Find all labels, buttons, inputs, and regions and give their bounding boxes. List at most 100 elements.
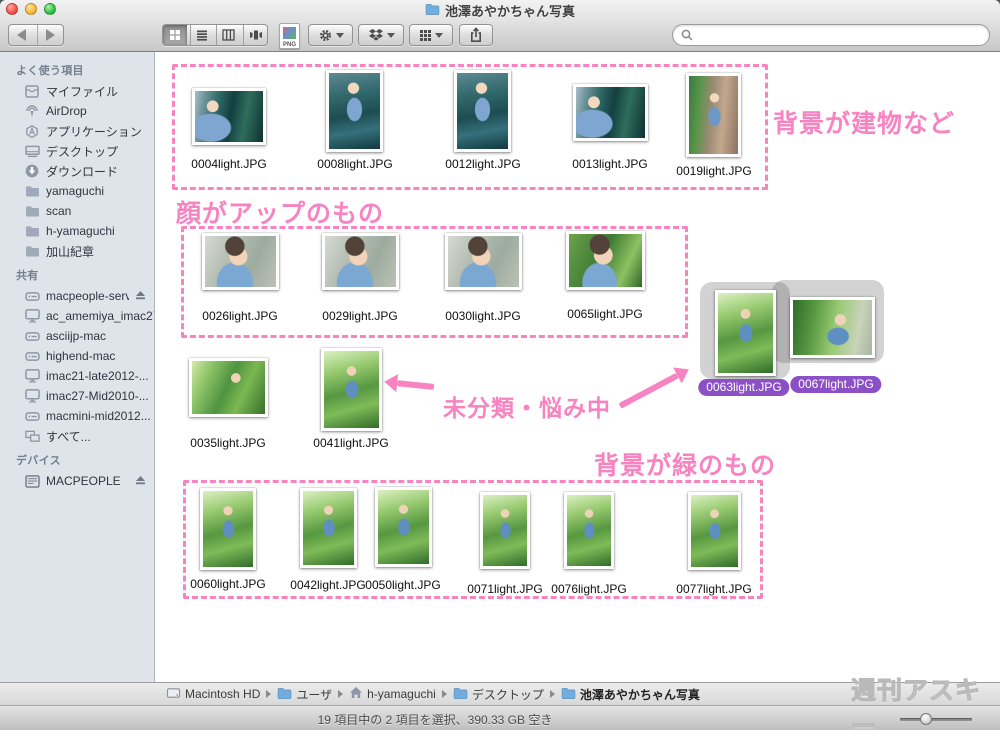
dropdown-arrow-icon (435, 32, 443, 38)
breadcrumb-item[interactable]: デスクトップ (453, 686, 544, 703)
forward-button[interactable] (37, 25, 63, 45)
file-thumbnail[interactable] (715, 290, 776, 376)
sidebar-item-highend-mac[interactable]: highend-mac (0, 346, 154, 366)
network-icon (24, 430, 40, 443)
file-label[interactable]: 0008light.JPG (317, 157, 392, 172)
sidebar-item-asciijp-mac[interactable]: asciijp-mac (0, 326, 154, 346)
file-label[interactable]: 0071light.JPG (467, 582, 542, 597)
file-label[interactable]: 0060light.JPG (190, 577, 265, 592)
file-label[interactable]: 0076light.JPG (551, 582, 626, 597)
sidebar-item-マイファイル[interactable]: マイファイル (0, 81, 154, 101)
file-label[interactable]: 0041light.JPG (313, 436, 388, 451)
file-thumbnail[interactable] (322, 233, 399, 290)
breadcrumb-label: h-yamaguchi (367, 687, 436, 701)
dropbox-menu-button[interactable] (358, 24, 404, 46)
search-field[interactable] (672, 24, 990, 46)
nav-buttons (8, 24, 64, 46)
file-thumbnail[interactable] (790, 297, 875, 358)
breadcrumb-separator-icon (441, 690, 447, 698)
sidebar-item-scan[interactable]: scan (0, 201, 154, 221)
breadcrumb-label: ユーザ (296, 687, 333, 702)
png-document-icon[interactable]: PNG (279, 23, 300, 49)
coverflow-view-icon (249, 30, 262, 40)
back-button[interactable] (9, 25, 34, 45)
airdrop-icon (24, 104, 40, 118)
file-label[interactable]: 0065light.JPG (567, 307, 642, 322)
file-label[interactable]: 0063light.JPG (698, 379, 790, 396)
file-label[interactable]: 0004light.JPG (191, 157, 266, 172)
file-thumbnail[interactable] (688, 492, 741, 570)
file-label[interactable]: 0019light.JPG (676, 164, 751, 179)
coverflow-view-button[interactable] (243, 25, 267, 45)
file-thumbnail[interactable] (686, 73, 741, 157)
annotation-arrow-icon (383, 372, 435, 393)
folder-icon (425, 3, 440, 18)
watermark: 週刊アスキー (851, 676, 982, 730)
sidebar-item-ダウンロード[interactable]: ダウンロード (0, 161, 154, 181)
file-thumbnail[interactable] (566, 231, 645, 290)
file-label[interactable]: 0035light.JPG (190, 436, 265, 451)
photo-image (325, 236, 396, 287)
dropdown-arrow-icon (386, 32, 395, 38)
sidebar-item-label: 加山紀章 (46, 244, 95, 259)
file-thumbnail[interactable] (200, 488, 256, 570)
search-input[interactable] (698, 27, 981, 43)
action-menu-button[interactable] (308, 24, 353, 46)
eject-button[interactable] (135, 474, 146, 488)
list-view-button[interactable] (189, 25, 214, 45)
file-thumbnail[interactable] (375, 487, 432, 567)
file-label[interactable]: 0012light.JPG (445, 157, 520, 172)
sidebar-item-加山紀章[interactable]: 加山紀章 (0, 241, 154, 261)
sidebar-item-imac21-late2012-...[interactable]: imac21-late2012-... (0, 366, 154, 386)
sidebar-item-h-yamaguchi[interactable]: h-yamaguchi (0, 221, 154, 241)
breadcrumb-item[interactable]: 池澤あやかちゃん写真 (561, 686, 700, 703)
file-thumbnail[interactable] (202, 233, 279, 290)
file-thumbnail[interactable] (564, 492, 614, 569)
sidebar-item-label: asciijp-mac (46, 329, 107, 343)
share-button[interactable] (459, 24, 493, 46)
file-label[interactable]: 0030light.JPG (445, 309, 520, 324)
file-thumbnail[interactable] (454, 70, 511, 152)
file-label[interactable]: 0029light.JPG (322, 309, 397, 324)
photo-image (324, 351, 379, 428)
sidebar-item-yamaguchi[interactable]: yamaguchi (0, 181, 154, 201)
breadcrumb-item[interactable]: ユーザ (277, 686, 332, 703)
file-thumbnail[interactable] (573, 84, 648, 141)
sidebar-item-ac_amemiya_imac27[interactable]: ac_amemiya_imac27 (0, 306, 154, 326)
photo-image (192, 361, 265, 414)
sidebar-item-imac27-Mid2010-...[interactable]: imac27-Mid2010-... (0, 386, 154, 406)
file-thumbnail[interactable] (300, 488, 357, 568)
sidebar-item-macmini-mid2012...[interactable]: macmini-mid2012... (0, 406, 154, 426)
file-label[interactable]: 0077light.JPG (676, 582, 751, 597)
arrange-menu-button[interactable] (409, 24, 453, 46)
dropbox-icon (368, 29, 383, 41)
icon-view-button[interactable] (163, 25, 187, 45)
file-thumbnail[interactable] (192, 88, 266, 145)
file-thumbnail[interactable] (189, 358, 268, 417)
forward-icon (46, 29, 56, 41)
sidebar-item-すべて...[interactable]: すべて... (0, 426, 154, 446)
file-label[interactable]: 0050light.JPG (365, 578, 440, 593)
file-thumbnail[interactable] (445, 233, 522, 290)
breadcrumb-item[interactable]: h-yamaguchi (349, 686, 436, 702)
sidebar-item-デスクトップ[interactable]: デスクトップ (0, 141, 154, 161)
sidebar-item-MACPEOPLE[interactable]: MACPEOPLE (0, 471, 154, 491)
sidebar-item-macpeople-server[interactable]: macpeople-server (0, 286, 154, 306)
file-label[interactable]: 0042light.JPG (290, 578, 365, 593)
photo-image (205, 236, 276, 287)
column-view-button[interactable] (216, 25, 240, 45)
sidebar-item-アプリケーション[interactable]: アプリケーション (0, 121, 154, 141)
sidebar-item-AirDrop[interactable]: AirDrop (0, 101, 154, 121)
file-thumbnail[interactable] (326, 70, 383, 152)
file-thumbnail[interactable] (321, 348, 382, 431)
file-label[interactable]: 0026light.JPG (202, 309, 277, 324)
breadcrumb-item[interactable]: Macintosh HD (166, 687, 260, 702)
titlebar[interactable]: 池澤あやかちゃん写真 (0, 0, 1000, 19)
eject-button[interactable] (135, 289, 146, 303)
file-label[interactable]: 0013light.JPG (572, 157, 647, 172)
file-label[interactable]: 0067light.JPG (790, 376, 882, 393)
breadcrumb-separator-icon (266, 690, 272, 698)
photo-image (793, 300, 872, 355)
file-thumbnail[interactable] (480, 492, 530, 569)
arrow-head (383, 372, 399, 393)
